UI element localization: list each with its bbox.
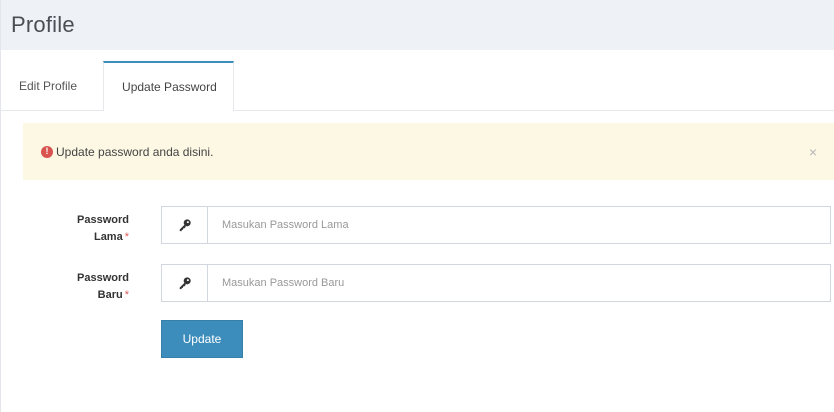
old-password-label-line2: Lama — [93, 231, 123, 243]
old-password-input[interactable] — [208, 207, 830, 243]
tab-bar: Edit Profile Update Password — [1, 50, 834, 111]
new-password-row: Password Baru * — [23, 264, 834, 304]
old-password-row: Password Lama * — [23, 206, 834, 246]
alert-message: ! Update password anda disini. — [41, 145, 213, 159]
old-password-label-line1: Password — [77, 214, 129, 226]
required-mark: * — [124, 289, 129, 301]
page-header: Profile — [1, 0, 834, 50]
new-password-input[interactable] — [208, 265, 830, 301]
tab-edit-profile[interactable]: Edit Profile — [11, 61, 103, 110]
exclamation-circle-icon: ! — [41, 145, 53, 158]
old-password-label: Password Lama * — [23, 206, 129, 246]
alert-text: Update password anda disini. — [56, 144, 214, 159]
profile-page: Profile Edit Profile Update Password ! U… — [0, 0, 834, 412]
old-password-input-group — [161, 206, 831, 244]
tab-update-password[interactable]: Update Password — [103, 61, 234, 111]
key-icon — [162, 207, 208, 243]
new-password-label-line1: Password — [77, 272, 129, 284]
page-title: Profile — [11, 12, 75, 37]
new-password-label: Password Baru * — [23, 264, 129, 304]
required-mark: * — [124, 231, 129, 243]
info-alert: ! Update password anda disini. × — [23, 123, 834, 180]
password-form: Password Lama * Password Baru * Update — [23, 206, 834, 358]
tab-content: ! Update password anda disini. × Passwor… — [1, 111, 834, 358]
close-icon[interactable]: × — [809, 144, 817, 160]
new-password-label-line2: Baru — [97, 289, 123, 301]
new-password-input-group — [161, 264, 831, 302]
update-button[interactable]: Update — [161, 320, 243, 358]
key-icon — [162, 265, 208, 301]
